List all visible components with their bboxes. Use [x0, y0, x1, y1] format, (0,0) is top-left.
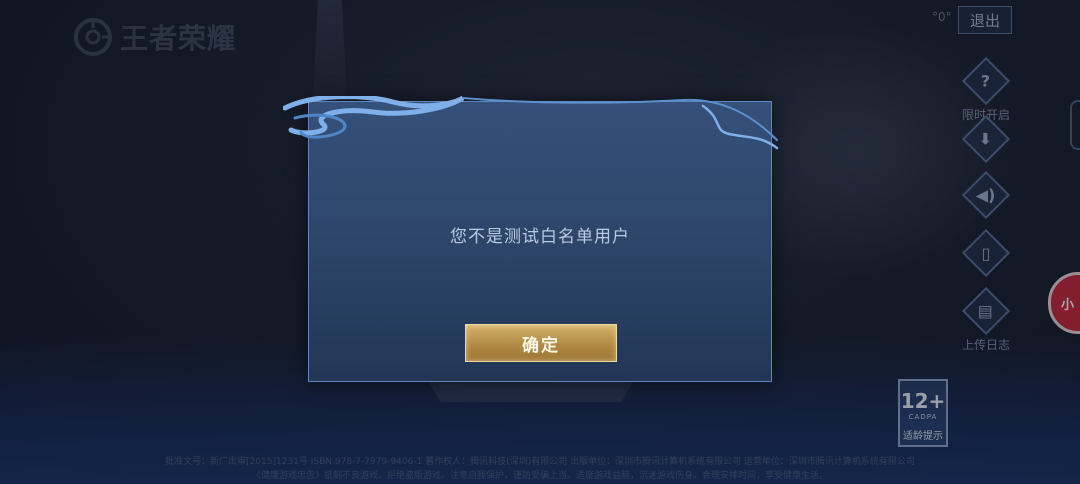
cloud-swirl-ornament	[283, 96, 779, 150]
dialog-message: 您不是测试白名单用户	[450, 227, 630, 247]
alert-dialog: 您不是测试白名单用户 确定	[283, 96, 779, 382]
confirm-button[interactable]: 确定	[465, 324, 617, 362]
